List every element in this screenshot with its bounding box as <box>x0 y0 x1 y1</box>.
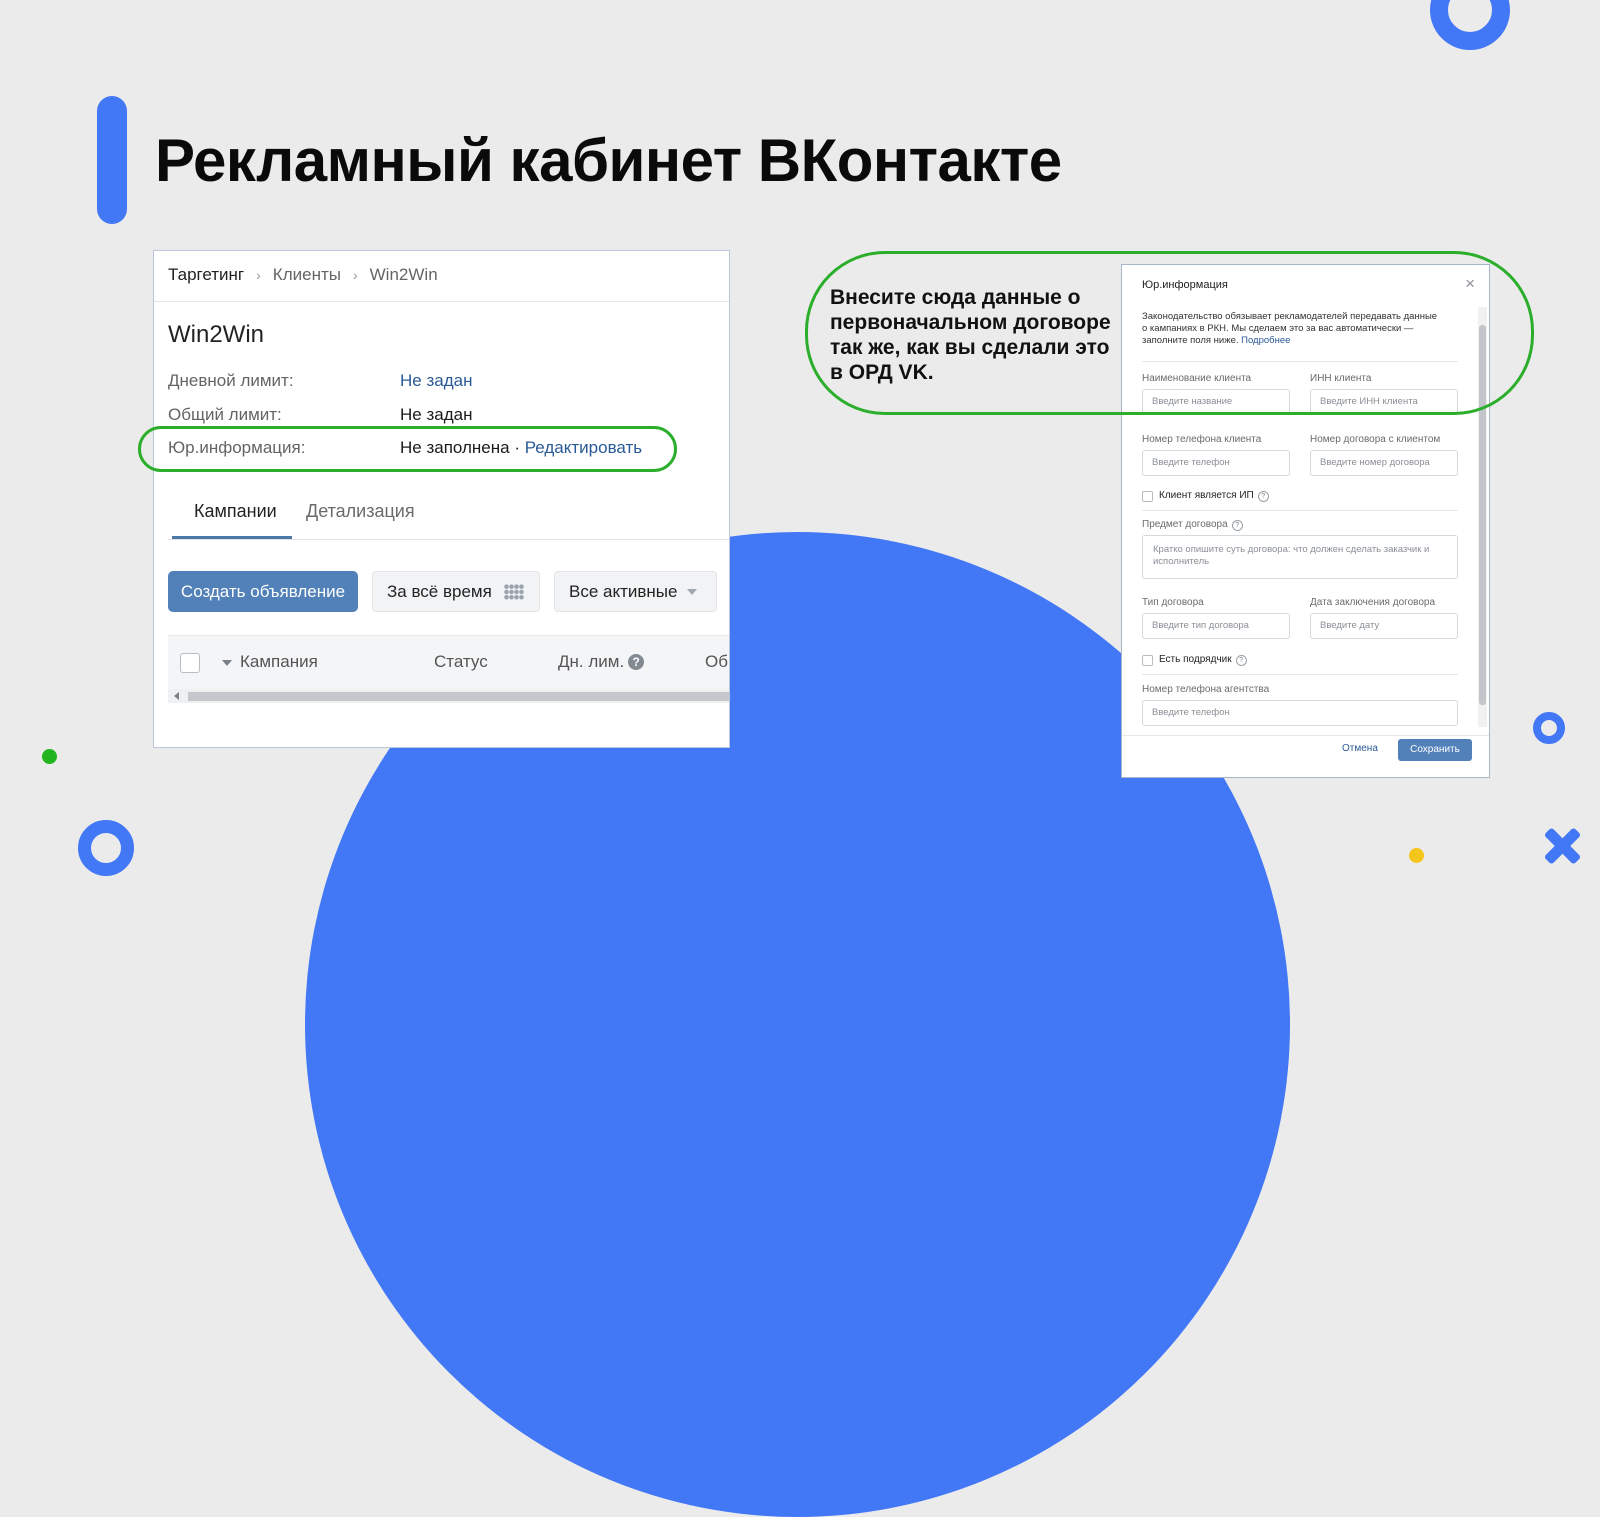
client-name: Win2Win <box>168 321 265 348</box>
contract-number-input[interactable]: Введите номер договора <box>1310 450 1458 476</box>
contract-type-label: Тип договора <box>1142 597 1204 608</box>
help-icon[interactable]: ? <box>628 654 645 670</box>
column-status[interactable]: Статус <box>434 652 488 672</box>
agency-phone-label: Номер телефона агентства <box>1142 684 1270 695</box>
decor-dot-yellow <box>1409 848 1424 863</box>
scroll-left-icon[interactable] <box>174 692 179 700</box>
agency-phone-input[interactable]: Введите телефон <box>1142 700 1458 726</box>
tab-details[interactable]: Детализация <box>306 501 415 522</box>
column-daily-limit[interactable]: Дн. лим.? <box>558 652 645 672</box>
save-button[interactable]: Сохранить <box>1398 739 1472 761</box>
has-contractor-label: Есть подрядчик? <box>1159 654 1247 666</box>
decor-accent-bar <box>97 96 127 224</box>
breadcrumb-separator-icon: › <box>352 267 358 283</box>
has-contractor-checkbox[interactable] <box>1142 655 1153 666</box>
decor-ring-bottom-left <box>78 820 134 876</box>
client-phone-input[interactable]: Введите телефон <box>1142 450 1290 476</box>
decor-dot-green <box>42 749 57 764</box>
calendar-grid-icon <box>503 583 524 600</box>
column-total[interactable]: Об <box>705 652 728 672</box>
status-filter-value: Все активные <box>569 581 678 601</box>
subject-textarea[interactable]: Кратко опишите суть договора: что должен… <box>1142 535 1458 579</box>
decor-cross-icon <box>1543 827 1581 865</box>
breadcrumb-separator-icon: › <box>256 267 261 283</box>
is-ip-label: Клиент является ИП? <box>1159 490 1269 502</box>
daily-limit-value[interactable]: Не задан <box>400 371 472 391</box>
campaign-table-header: Кампания Статус Дн. лим.? Об <box>168 635 729 690</box>
help-icon[interactable]: ? <box>1235 655 1247 666</box>
daily-limit-label: Дневной лимит: <box>168 371 294 390</box>
is-ip-text: Клиент является ИП <box>1159 490 1254 501</box>
column-campaign[interactable]: Кампания <box>240 652 318 672</box>
help-icon[interactable]: ? <box>1231 520 1243 531</box>
is-ip-checkbox[interactable] <box>1142 491 1153 502</box>
subject-label: Предмет договора? <box>1142 519 1243 531</box>
divider <box>1142 674 1458 675</box>
contract-number-label: Номер договора с клиентом <box>1310 434 1441 445</box>
tab-campaigns[interactable]: Кампании <box>194 501 277 522</box>
has-contractor-text: Есть подрядчик <box>1159 654 1232 665</box>
period-button[interactable]: За всё время <box>372 571 540 612</box>
period-label: За всё время <box>387 581 492 601</box>
column-daily-limit-label: Дн. лим. <box>558 652 625 671</box>
contract-type-input[interactable]: Введите тип договора <box>1142 613 1290 639</box>
scroll-thumb[interactable] <box>188 692 729 701</box>
cancel-button[interactable]: Отмена <box>1342 743 1378 754</box>
subject-label-text: Предмет договора <box>1142 519 1228 530</box>
divider <box>1122 735 1489 736</box>
contract-date-label: Дата заключения договора <box>1310 597 1436 608</box>
breadcrumb-clients[interactable]: Клиенты <box>273 265 341 284</box>
decor-ring-right <box>1533 712 1565 744</box>
highlight-legal-info <box>138 426 677 472</box>
highlight-modal-top <box>805 251 1534 415</box>
vk-client-panel: Таргетинг › Клиенты › Win2Win Win2Win Дневно… <box>153 250 730 748</box>
client-phone-label: Номер телефона клиента <box>1142 434 1262 445</box>
divider <box>154 301 729 302</box>
horizontal-scrollbar[interactable] <box>168 689 729 703</box>
divider <box>168 539 729 540</box>
total-limit-label: Общий лимит: <box>168 405 282 424</box>
divider <box>1142 510 1458 511</box>
breadcrumb: Таргетинг › Клиенты › Win2Win <box>168 265 438 285</box>
status-filter-select[interactable]: Все активные <box>554 571 717 612</box>
breadcrumb-targeting[interactable]: Таргетинг <box>168 265 244 284</box>
chevron-down-icon <box>687 588 698 595</box>
sort-desc-icon[interactable] <box>222 660 232 666</box>
slide-title: Рекламный кабинет ВКонтакте <box>155 127 1062 194</box>
create-ad-button[interactable]: Создать объявление <box>168 571 358 612</box>
decor-ring-top-right <box>1430 0 1510 50</box>
total-limit-value: Не задан <box>400 405 473 424</box>
help-icon[interactable]: ? <box>1257 491 1269 502</box>
select-all-checkbox[interactable] <box>180 653 200 673</box>
breadcrumb-client: Win2Win <box>369 265 438 284</box>
contract-date-input[interactable]: Введите дату <box>1310 613 1458 639</box>
